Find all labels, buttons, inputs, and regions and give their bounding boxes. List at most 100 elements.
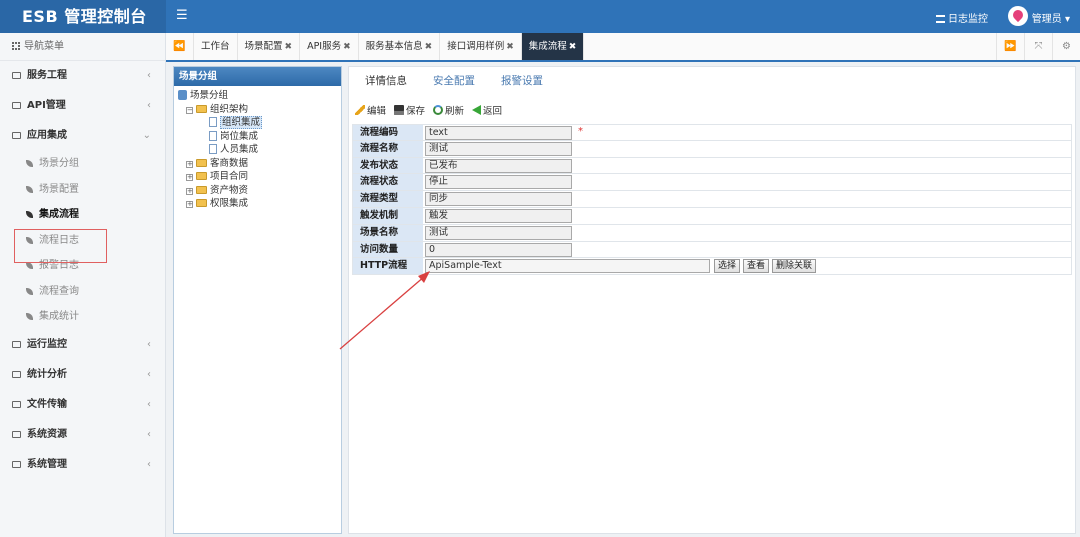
tree-node-assets[interactable]: + 资产物资 bbox=[178, 184, 337, 198]
back-button[interactable]: 返回 bbox=[472, 103, 502, 117]
field-label: 流程类型 bbox=[353, 191, 423, 207]
collapse-icon[interactable]: − bbox=[186, 106, 193, 114]
close-icon[interactable]: ✖ bbox=[343, 42, 351, 52]
highlight-box bbox=[14, 229, 107, 263]
form-row: HTTP流程 ApiSample-Text 选择 查看 删除关联 bbox=[352, 258, 1072, 276]
sidebar-subitem-scene-config[interactable]: 场景配置 bbox=[0, 177, 165, 203]
sidebar-item-app-integration[interactable]: 应用集成 ⌄ bbox=[0, 121, 165, 151]
expand-icon[interactable]: + bbox=[186, 160, 193, 168]
expand-icon[interactable]: + bbox=[186, 201, 193, 208]
detail-tabs: 详情信息 安全配置 报警设置 bbox=[365, 73, 569, 88]
flow-type-field[interactable]: 同步 bbox=[425, 192, 572, 207]
tab-service-info[interactable]: 服务基本信息 ✖ bbox=[359, 33, 441, 60]
close-icon[interactable]: ✖ bbox=[285, 42, 293, 52]
expand-icon[interactable]: + bbox=[186, 174, 193, 181]
tab-detail-info[interactable]: 详情信息 bbox=[365, 73, 407, 88]
tree-node-staff-integration[interactable]: 人员集成 bbox=[178, 143, 337, 157]
tree-node-permission[interactable]: + 权限集成 bbox=[178, 197, 337, 211]
fullscreen-icon[interactable]: ⤧ bbox=[1024, 33, 1052, 60]
close-icon[interactable]: ✖ bbox=[425, 42, 433, 52]
menu-icon[interactable]: ☰ bbox=[176, 8, 188, 24]
top-header: ESB 管理控制台 ☰ 日志监控 管理员 ▾ bbox=[0, 0, 1080, 33]
tab-api-service[interactable]: API服务 ✖ bbox=[300, 33, 359, 60]
scroll-right-icon[interactable]: ⏩ bbox=[996, 33, 1024, 60]
expand-icon[interactable]: + bbox=[186, 187, 193, 195]
edit-button[interactable]: 编辑 bbox=[355, 103, 386, 117]
tree-node-org[interactable]: − 组织架构 bbox=[178, 103, 337, 117]
form-row: 发布状态 已发布 bbox=[352, 157, 1072, 175]
log-monitor-link[interactable]: 日志监控 bbox=[936, 10, 988, 25]
field-label: HTTP流程 bbox=[353, 258, 423, 275]
scene-tree: 场景分组 − 组织架构 组织集成 岗位集成 人员集成 + 客商数据 + 项目合同 + 资… bbox=[174, 86, 341, 214]
back-label: 返回 bbox=[483, 106, 503, 117]
folder-icon bbox=[12, 102, 21, 109]
form-row: 场景名称 测试 bbox=[352, 224, 1072, 242]
user-menu[interactable]: 管理员 ▾ bbox=[1032, 10, 1070, 25]
flow-code-field[interactable]: text bbox=[425, 126, 572, 140]
view-button[interactable]: 查看 bbox=[743, 259, 770, 274]
list-icon bbox=[936, 15, 945, 23]
tree-node-root[interactable]: 场景分组 bbox=[178, 89, 337, 103]
http-flow-field[interactable]: ApiSample-Text bbox=[425, 259, 710, 274]
folder-icon bbox=[12, 400, 21, 408]
scroll-left-icon[interactable]: ⏪ bbox=[166, 33, 194, 60]
flow-name-field[interactable]: 测试 bbox=[425, 141, 572, 156]
chevron-left-icon: ‹ bbox=[147, 368, 151, 380]
sidebar-item-sys-admin[interactable]: 系统管理 ‹ bbox=[0, 450, 165, 480]
tree-node-org-integration[interactable]: 组织集成 bbox=[178, 116, 337, 130]
tree-node-post-integration[interactable]: 岗位集成 bbox=[178, 130, 337, 144]
tab-label: 场景配置 bbox=[244, 41, 283, 52]
sidebar-item-run-monitor[interactable]: 运行监控 ‹ bbox=[0, 330, 165, 360]
sidebar-item-sys-resource[interactable]: 系统资源 ‹ bbox=[0, 420, 165, 450]
leaf-icon bbox=[26, 313, 33, 320]
folder-icon bbox=[196, 185, 207, 194]
flow-detail-form: 流程编码 text * 流程名称 测试 发布状态 已发布 流程状态 停止 流程类型 同步 触… bbox=[352, 124, 1072, 276]
gear-icon[interactable]: ⚙ bbox=[1052, 33, 1080, 60]
sidebar-subitem-integration-flow[interactable]: 集成流程 bbox=[0, 202, 165, 228]
sidebar-item-label: 系统资源 bbox=[27, 428, 67, 440]
required-mark: * bbox=[578, 126, 583, 137]
sidebar-subitem-scene-group[interactable]: 场景分组 bbox=[0, 151, 165, 177]
visit-count-field[interactable]: 0 bbox=[425, 242, 572, 257]
tab-alarm-settings[interactable]: 报警设置 bbox=[501, 73, 543, 88]
tab-scene-config[interactable]: 场景配置 ✖ bbox=[238, 33, 301, 60]
sidebar-item-service-project[interactable]: 服务工程 ‹ bbox=[0, 61, 165, 91]
leaf-icon bbox=[26, 185, 33, 193]
tree-node-label: 资产物资 bbox=[210, 184, 249, 196]
sidebar-item-file-transfer[interactable]: 文件传输 ‹ bbox=[0, 390, 165, 420]
sidebar-item-api[interactable]: API管理 ‹ bbox=[0, 91, 165, 121]
tab-api-example[interactable]: 接口调用样例 ✖ bbox=[440, 33, 522, 60]
sidebar-subitem-integration-stats[interactable]: 集成统计 bbox=[0, 304, 165, 330]
trigger-field[interactable]: 触发 bbox=[425, 208, 572, 223]
close-icon[interactable]: ✖ bbox=[569, 42, 577, 52]
scene-name-field[interactable]: 测试 bbox=[425, 225, 572, 240]
select-button[interactable]: 选择 bbox=[714, 259, 741, 274]
save-button[interactable]: 保存 bbox=[394, 103, 425, 117]
sidebar-item-label: 文件传输 bbox=[27, 398, 67, 410]
tree-panel-title: 场景分组 bbox=[174, 67, 341, 86]
edit-label: 编辑 bbox=[367, 106, 387, 117]
flow-status-field[interactable]: 停止 bbox=[425, 175, 572, 190]
refresh-button[interactable]: 刷新 bbox=[433, 103, 464, 117]
sidebar-item-stats[interactable]: 统计分析 ‹ bbox=[0, 360, 165, 390]
avatar[interactable] bbox=[1008, 6, 1028, 26]
tab-workbench[interactable]: 工作台 bbox=[194, 33, 238, 60]
publish-status-field[interactable]: 已发布 bbox=[425, 158, 572, 173]
field-label: 流程状态 bbox=[353, 174, 423, 191]
save-label: 保存 bbox=[406, 106, 426, 117]
sidebar-subitem-flow-query[interactable]: 流程查询 bbox=[0, 279, 165, 305]
field-label: 流程编码 bbox=[353, 125, 423, 140]
save-icon bbox=[394, 105, 405, 115]
form-row: 流程状态 停止 bbox=[352, 174, 1072, 192]
tree-node-label: 组织集成 bbox=[220, 116, 263, 129]
tree-node-customer[interactable]: + 客商数据 bbox=[178, 157, 337, 171]
tab-security-config[interactable]: 安全配置 bbox=[433, 73, 475, 88]
delete-relation-button[interactable]: 删除关联 bbox=[772, 259, 817, 274]
folder-icon bbox=[12, 72, 21, 79]
form-row: 访问数量 0 bbox=[352, 241, 1072, 259]
tree-node-contract[interactable]: + 项目合同 bbox=[178, 170, 337, 184]
tab-bar: ⏪ 工作台 场景配置 ✖ API服务 ✖ 服务基本信息 ✖ 接口调用样例 ✖ 集成流程 ✖… bbox=[166, 33, 1080, 62]
close-icon[interactable]: ✖ bbox=[506, 42, 514, 52]
folder-open-icon bbox=[196, 104, 207, 113]
tab-integration-flow[interactable]: 集成流程 ✖ bbox=[521, 33, 585, 60]
